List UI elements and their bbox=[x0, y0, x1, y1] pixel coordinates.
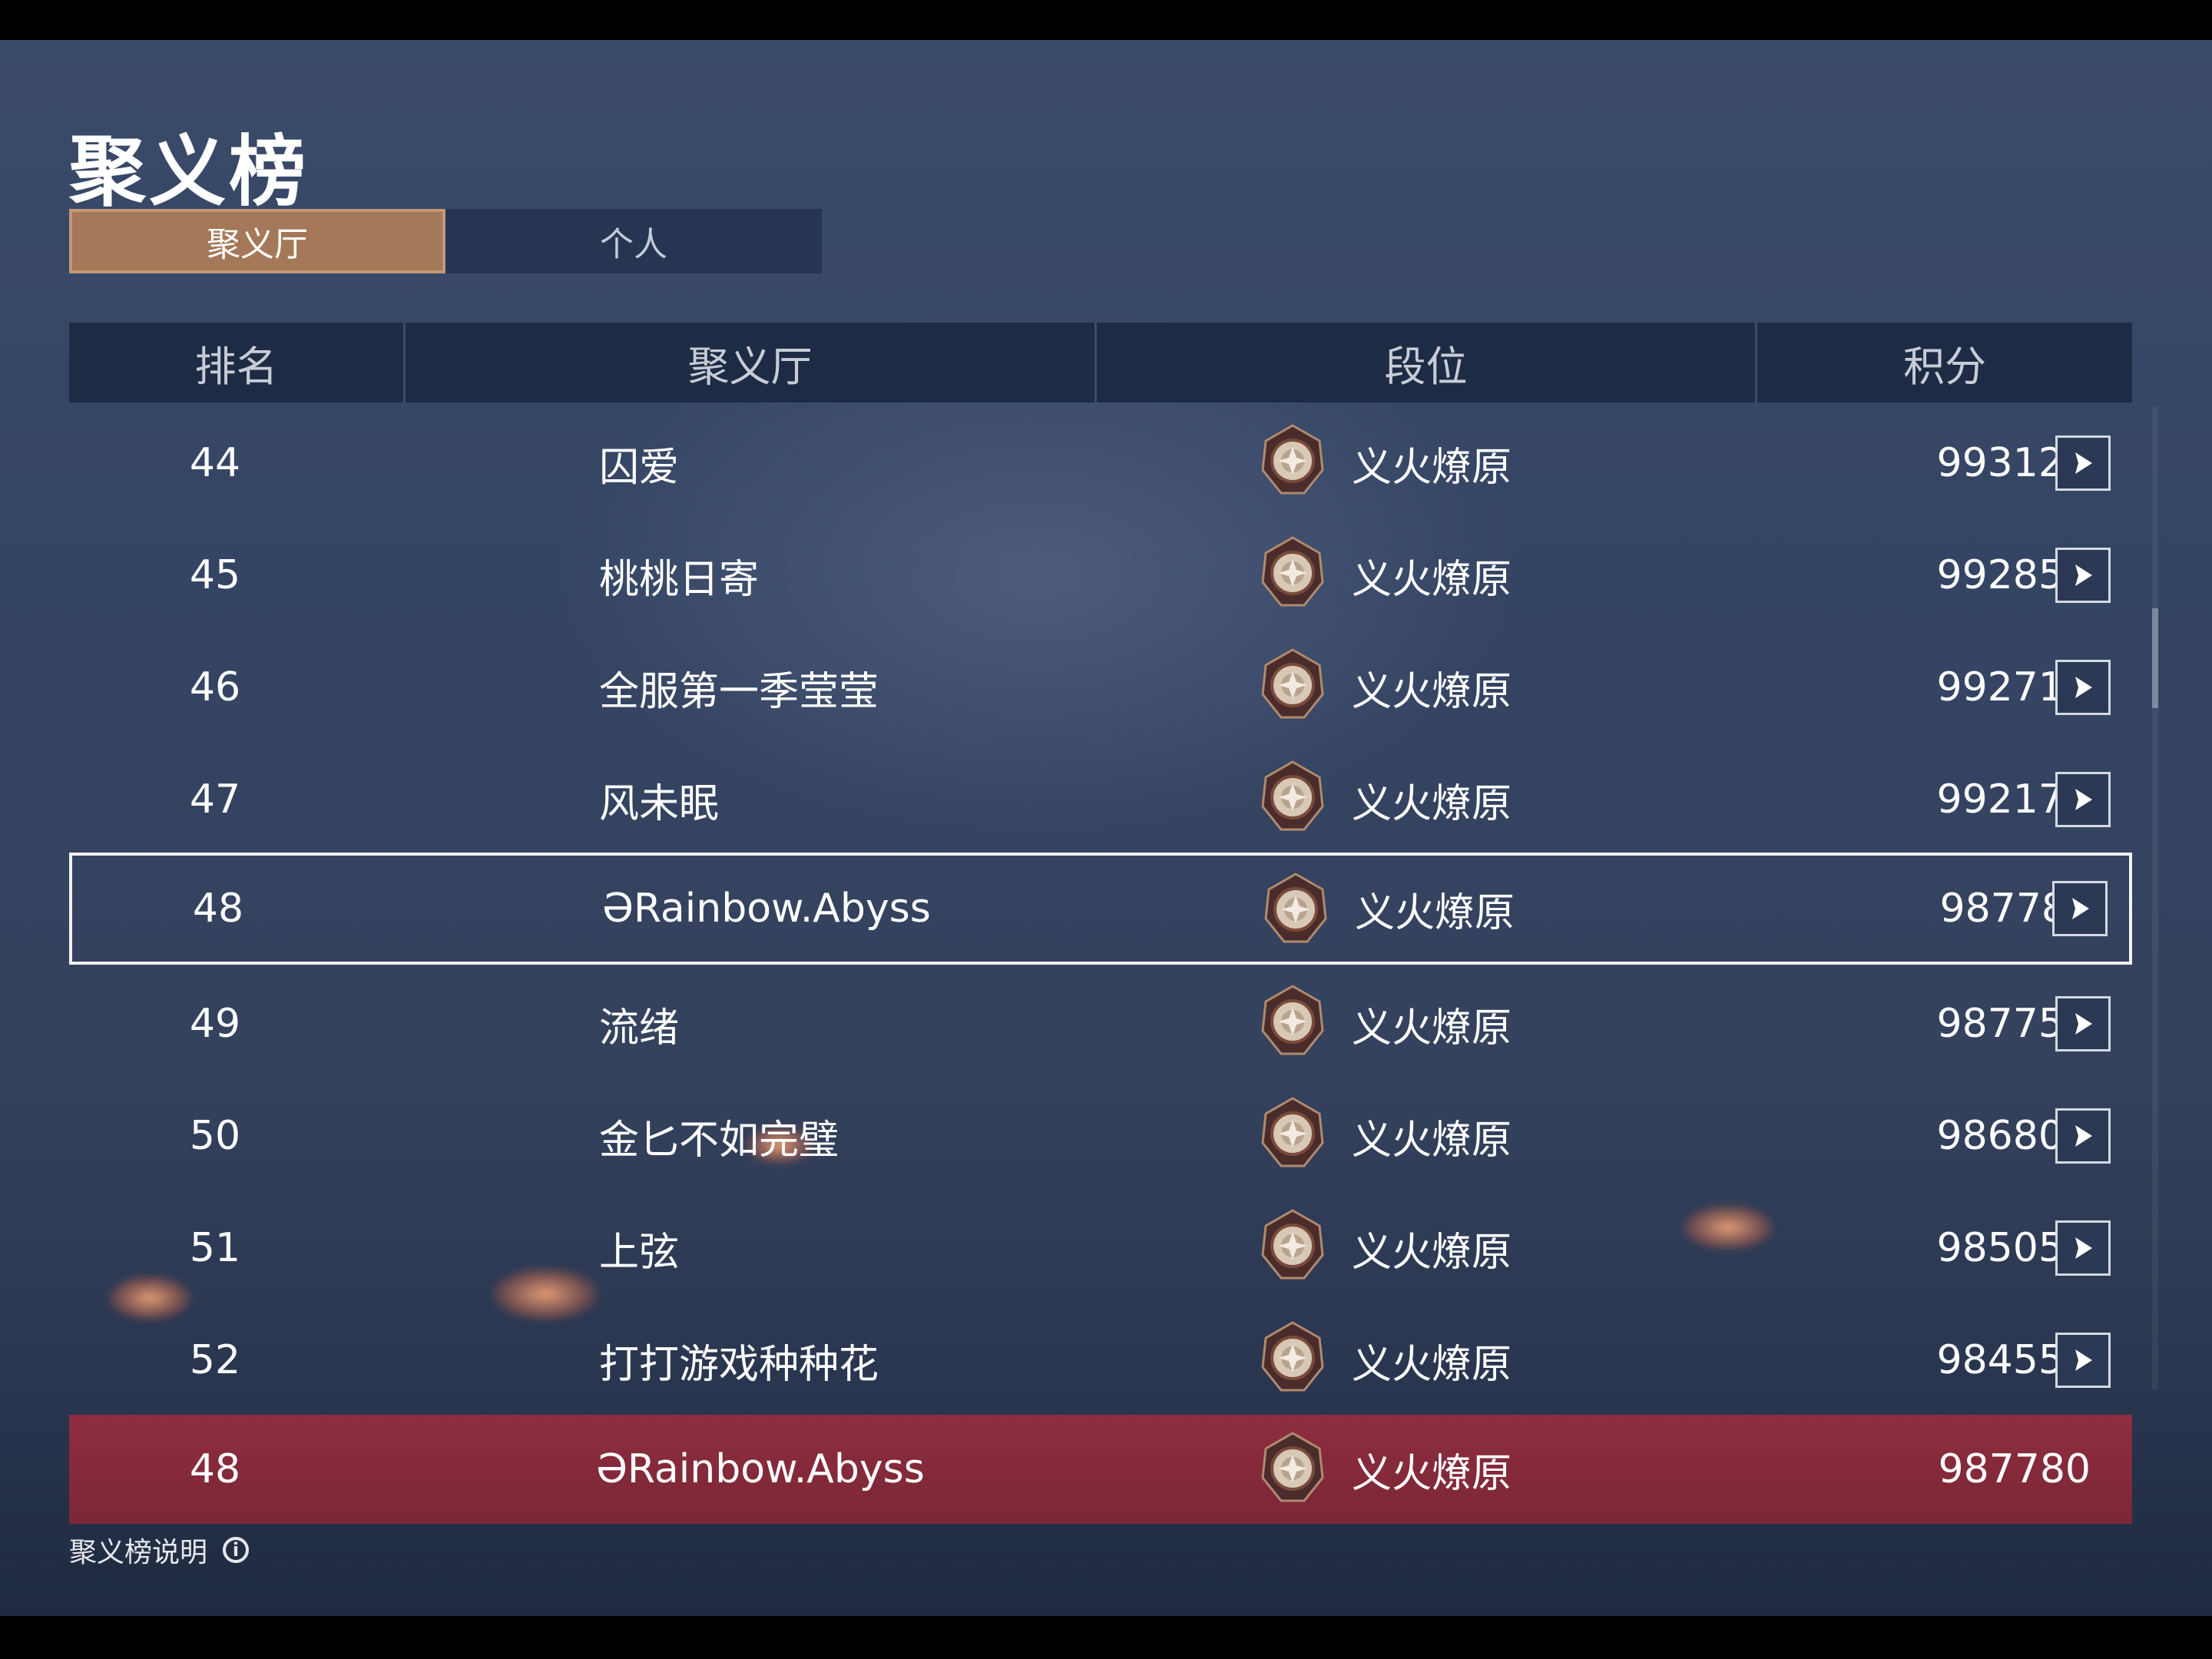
rank-value: 50 bbox=[189, 1113, 241, 1159]
tier-badge-icon bbox=[1261, 871, 1330, 948]
hall-name: ƏRainbow.Abyss bbox=[602, 886, 931, 932]
rank-value: 45 bbox=[189, 552, 241, 598]
hall-name: 流绪 bbox=[599, 1005, 680, 1051]
chevron-right-icon bbox=[2075, 789, 2092, 810]
my-rank-value: 48 bbox=[189, 1446, 241, 1492]
view-details-button[interactable] bbox=[2055, 435, 2111, 491]
score-value: 993127 bbox=[1936, 440, 2089, 486]
my-hall-name: ƏRainbow.Abyss bbox=[596, 1446, 925, 1492]
view-details-button[interactable] bbox=[2055, 660, 2111, 715]
hall-name: 金匕不如完璧 bbox=[599, 1117, 839, 1164]
leaderboard-screen: 聚义榜 聚义厅 个人 排名 聚义厅 段位 积分 44 囚爱 义火燎原 993127 4… bbox=[0, 40, 2212, 1616]
scrollbar-track[interactable] bbox=[2152, 407, 2158, 1390]
tier-badge-icon bbox=[1258, 647, 1327, 724]
score-value: 986804 bbox=[1936, 1113, 2089, 1159]
view-details-button[interactable] bbox=[2055, 1220, 2111, 1276]
tier-label: 义火燎原 bbox=[1355, 889, 1515, 936]
table-row[interactable]: 49 流绪 义火燎原 987753 bbox=[69, 968, 2132, 1080]
view-details-button[interactable] bbox=[2055, 996, 2111, 1051]
chevron-right-icon bbox=[2072, 898, 2089, 919]
hall-name: 上弦 bbox=[599, 1229, 680, 1276]
tier-badge-icon bbox=[1258, 1430, 1327, 1507]
tier-badge-icon bbox=[1258, 1095, 1327, 1172]
tier-label: 义火燎原 bbox=[1352, 668, 1512, 715]
table-row[interactable]: 50 金匕不如完璧 义火燎原 986804 bbox=[69, 1080, 2132, 1192]
column-header-rank: 排名 bbox=[194, 342, 278, 391]
table-row[interactable]: 51 上弦 义火燎原 985059 bbox=[69, 1192, 2132, 1304]
score-value: 987753 bbox=[1936, 1001, 2089, 1047]
view-details-button[interactable] bbox=[2055, 772, 2111, 827]
chevron-right-icon bbox=[2075, 565, 2092, 586]
table-row[interactable]: 52 打打游戏种种花 义火燎原 984559 bbox=[69, 1304, 2132, 1416]
tier-label: 义火燎原 bbox=[1352, 556, 1512, 603]
rank-value: 48 bbox=[192, 886, 244, 932]
tier-badge-icon bbox=[1258, 1207, 1327, 1284]
tier-badge-icon bbox=[1258, 983, 1327, 1060]
chevron-right-icon bbox=[2075, 1013, 2092, 1035]
score-value: 992852 bbox=[1936, 552, 2089, 598]
table-row[interactable]: 46 全服第一季莹莹 义火燎原 992717 bbox=[69, 631, 2132, 743]
rank-value: 51 bbox=[189, 1225, 241, 1271]
page-title: 聚义榜 bbox=[69, 127, 309, 217]
hall-name: 囚爱 bbox=[599, 444, 680, 491]
tab-hall[interactable]: 聚义厅 bbox=[69, 209, 445, 273]
hall-name: 全服第一季莹莹 bbox=[599, 668, 879, 715]
tier-badge-icon bbox=[1258, 759, 1327, 836]
chevron-right-icon bbox=[2075, 452, 2092, 474]
table-row[interactable]: 45 桃桃日寄 义火燎原 992852 bbox=[69, 519, 2132, 631]
info-icon[interactable]: i bbox=[223, 1537, 250, 1563]
tier-badge-icon bbox=[1258, 422, 1327, 499]
chevron-right-icon bbox=[2075, 1349, 2092, 1371]
tier-label: 义火燎原 bbox=[1352, 1005, 1512, 1051]
score-value: 985059 bbox=[1936, 1225, 2089, 1271]
hall-name: 打打游戏种种花 bbox=[599, 1341, 879, 1388]
rank-value: 44 bbox=[189, 440, 241, 486]
hall-name: 桃桃日寄 bbox=[599, 556, 760, 603]
tier-badge-icon bbox=[1258, 1320, 1327, 1396]
rank-value: 52 bbox=[189, 1337, 241, 1383]
chevron-right-icon bbox=[2075, 1237, 2092, 1259]
view-details-button[interactable] bbox=[2055, 1108, 2111, 1164]
score-value: 992171 bbox=[1936, 777, 2089, 823]
my-hall-row: 48 ƏRainbow.Abyss 义火燎原 987780 bbox=[69, 1415, 2132, 1524]
my-tier-label: 义火燎原 bbox=[1352, 1450, 1512, 1497]
footer-label: 聚义榜说明 bbox=[69, 1537, 208, 1568]
rank-value: 46 bbox=[189, 664, 241, 710]
scrollbar-thumb[interactable] bbox=[2152, 608, 2158, 708]
view-details-button[interactable] bbox=[2055, 1333, 2111, 1388]
rank-value: 47 bbox=[189, 777, 241, 823]
view-details-button[interactable] bbox=[2055, 548, 2111, 603]
tier-label: 义火燎原 bbox=[1352, 1117, 1512, 1164]
table-row[interactable]: 44 囚爱 义火燎原 993127 bbox=[69, 407, 2132, 519]
view-details-button[interactable] bbox=[2052, 881, 2108, 936]
score-value: 984559 bbox=[1936, 1337, 2089, 1383]
leaderboard-info[interactable]: 聚义榜说明 i bbox=[69, 1530, 250, 1570]
tier-label: 义火燎原 bbox=[1352, 1341, 1512, 1388]
table-header: 排名 聚义厅 段位 积分 bbox=[69, 323, 2132, 402]
tab-bar: 聚义厅 个人 bbox=[69, 209, 822, 273]
tab-personal[interactable]: 个人 bbox=[445, 209, 822, 273]
column-header-tier: 段位 bbox=[1094, 323, 1755, 402]
table-row[interactable]: 47 风未眠 义火燎原 992171 bbox=[69, 743, 2132, 856]
tier-label: 义火燎原 bbox=[1352, 444, 1512, 491]
table-row[interactable]: 48 ƏRainbow.Abyss 义火燎原 987780 bbox=[69, 853, 2132, 965]
column-header-score: 积分 bbox=[1755, 323, 2132, 402]
column-header-hall: 聚义厅 bbox=[403, 323, 1094, 402]
score-value: 992717 bbox=[1936, 664, 2089, 710]
my-score-value: 987780 bbox=[1938, 1446, 2091, 1492]
rank-value: 49 bbox=[189, 1001, 241, 1047]
tier-label: 义火燎原 bbox=[1352, 1229, 1512, 1276]
chevron-right-icon bbox=[2075, 1125, 2092, 1147]
tier-badge-icon bbox=[1258, 535, 1327, 611]
tier-label: 义火燎原 bbox=[1352, 780, 1512, 827]
chevron-right-icon bbox=[2075, 677, 2092, 698]
hall-name: 风未眠 bbox=[599, 780, 720, 827]
